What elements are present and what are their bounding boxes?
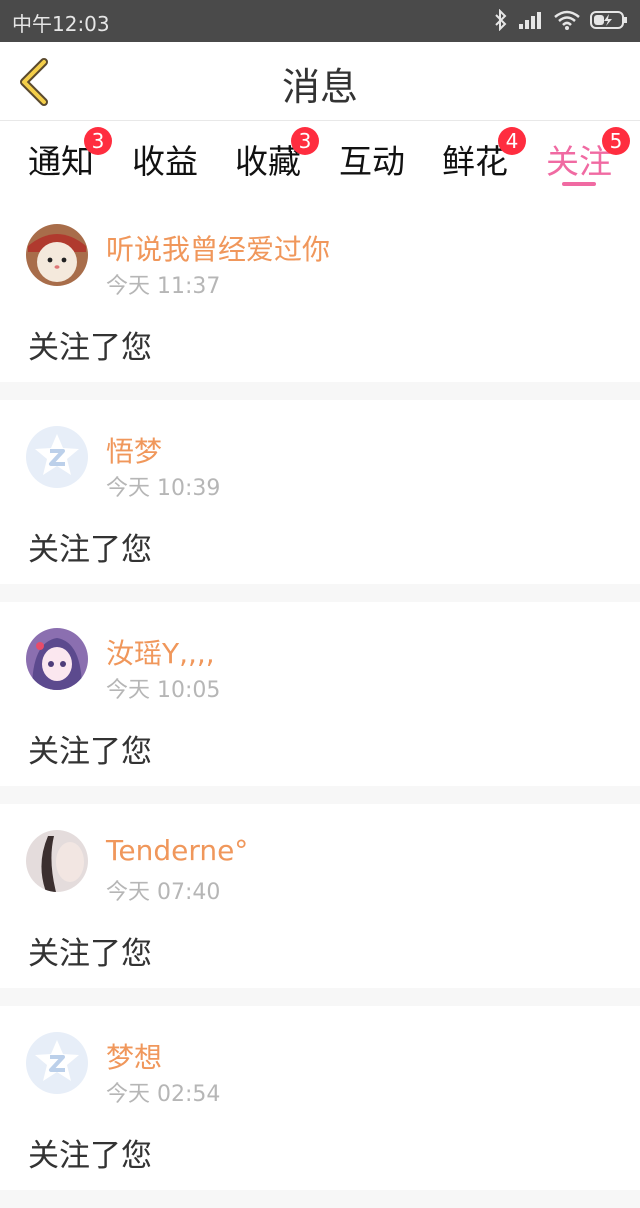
- page-title: 消息: [281, 65, 358, 109]
- tab-interactions[interactable]: 互动: [327, 135, 417, 191]
- list-item[interactable]: 悟梦 今天 10:39 关注了您: [0, 400, 640, 584]
- message-text: 关注了您: [28, 532, 152, 568]
- list-item[interactable]: 听说我曾经爱过你 今天 11:37 关注了您: [0, 198, 640, 382]
- tab-earnings[interactable]: 收益: [120, 135, 210, 191]
- battery-icon: [590, 11, 627, 29]
- tab-notifications[interactable]: 通知 3: [16, 127, 112, 191]
- user-name[interactable]: 梦想: [106, 1036, 162, 1076]
- list-item[interactable]: Tenderne° 今天 07:40 关注了您: [0, 804, 640, 988]
- timestamp: 今天 10:39: [106, 476, 221, 501]
- status-time: 中午12:03: [12, 12, 110, 36]
- cat-avatar-icon: [26, 224, 88, 286]
- tab-badge: 3: [291, 127, 319, 155]
- signal-icon: [519, 12, 541, 29]
- tab-bar: 通知 3 收益 收藏 3 互动 鲜花 4 关注 5: [0, 121, 640, 198]
- timestamp: 今天 07:40: [106, 880, 221, 905]
- tab-favorites[interactable]: 收藏 3: [223, 127, 319, 191]
- message-text: 关注了您: [28, 1138, 152, 1174]
- bluetooth-icon: [495, 9, 507, 31]
- avatar[interactable]: [26, 224, 88, 286]
- portrait-avatar-icon: [26, 830, 88, 892]
- list-item[interactable]: 汝瑶Y,,,, 今天 10:05 关注了您: [0, 602, 640, 786]
- list-item[interactable]: 梦想 今天 02:54 关注了您: [0, 1006, 640, 1190]
- timestamp: 今天 02:54: [106, 1082, 221, 1107]
- timestamp: 今天 11:37: [106, 274, 221, 299]
- follow-feed: 听说我曾经爱过你 今天 11:37 关注了您 悟梦 今天 10:39 关注了您: [0, 198, 640, 1208]
- tab-badge: 5: [602, 127, 630, 155]
- tab-badge: 3: [84, 127, 112, 155]
- avatar[interactable]: [26, 628, 88, 690]
- user-name[interactable]: 悟梦: [106, 430, 162, 470]
- status-icons: [494, 9, 628, 31]
- tab-flowers[interactable]: 鲜花 4: [430, 127, 526, 191]
- user-name[interactable]: 汝瑶Y,,,,: [106, 632, 215, 672]
- wifi-icon: [554, 10, 580, 30]
- timestamp: 今天 10:05: [106, 678, 221, 703]
- active-tab-indicator: [562, 182, 596, 186]
- user-name[interactable]: 听说我曾经爱过你: [106, 228, 330, 268]
- avatar[interactable]: [26, 426, 88, 488]
- user-name[interactable]: Tenderne°: [106, 834, 248, 867]
- message-text: 关注了您: [28, 734, 152, 770]
- anime-avatar-icon: [26, 628, 88, 690]
- avatar[interactable]: [26, 1032, 88, 1094]
- tab-badge: 4: [498, 127, 526, 155]
- message-text: 关注了您: [28, 330, 152, 366]
- tab-label: 互动: [339, 142, 405, 181]
- nav-bar: 消息: [0, 42, 640, 121]
- tab-label: 收益: [132, 142, 198, 181]
- default-avatar-icon: [26, 1032, 88, 1094]
- avatar[interactable]: [26, 830, 88, 892]
- message-text: 关注了您: [28, 936, 152, 972]
- default-avatar-icon: [26, 426, 88, 488]
- status-bar: 中午12:03: [0, 0, 640, 42]
